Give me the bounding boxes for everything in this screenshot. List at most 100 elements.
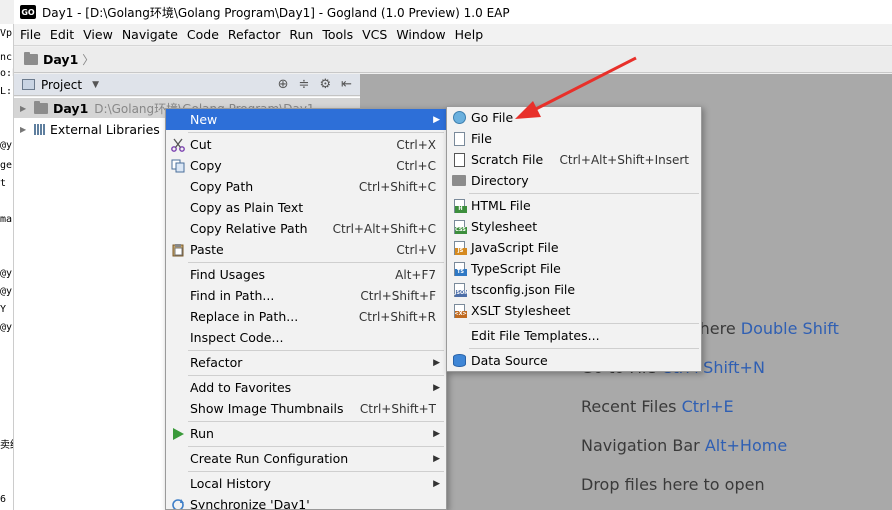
menu-item-create-run-configuration[interactable]: Create Run Configuration ▶	[166, 448, 446, 469]
sliver-text: @y	[0, 322, 13, 333]
new-submenu: Go File File Scratch File Ctrl+Alt+Shift+…	[446, 106, 702, 372]
project-panel-header: Project ▼ ⊕ ≑ ⚙ ⇤	[14, 74, 360, 96]
synchronize-icon	[170, 497, 186, 509]
submenu-item-scratch-file[interactable]: Scratch File Ctrl+Alt+Shift+Insert	[447, 149, 701, 170]
json-file-icon: JSON	[451, 282, 468, 297]
sliver-text: L:	[0, 86, 13, 97]
expand-arrow-icon[interactable]: ▶	[20, 104, 34, 113]
submenu-item-javascript-file[interactable]: JS JavaScript File	[447, 237, 701, 258]
sliver-text: ge	[0, 160, 13, 171]
collapse-all-icon[interactable]: ≑	[299, 77, 310, 92]
submenu-arrow-icon: ▶	[433, 357, 440, 368]
view-selector-dropdown-icon[interactable]: ▼	[92, 80, 99, 90]
submenu-item-xslt-stylesheet[interactable]: <X> XSLT Stylesheet	[447, 300, 701, 321]
menu-separator	[469, 193, 699, 194]
folder-icon	[451, 173, 467, 188]
menu-item-local-history[interactable]: Local History ▶	[166, 473, 446, 494]
menu-separator	[188, 262, 444, 263]
menu-tools[interactable]: Tools	[322, 27, 353, 42]
go-gopher-icon	[451, 110, 467, 125]
menu-item-copy[interactable]: Copy Ctrl+C	[166, 155, 446, 176]
menu-separator	[188, 132, 444, 133]
menu-item-copy-path[interactable]: Copy Path Ctrl+Shift+C	[166, 176, 446, 197]
hint-navigation-bar: Navigation Bar Alt+Home	[581, 436, 788, 455]
menu-view[interactable]: View	[83, 27, 113, 42]
menu-item-show-image-thumbnails[interactable]: Show Image Thumbnails Ctrl+Shift+T	[166, 398, 446, 419]
menu-separator	[469, 348, 699, 349]
menu-code[interactable]: Code	[187, 27, 219, 42]
sliver-text: t	[0, 178, 7, 189]
menu-run[interactable]: Run	[289, 27, 313, 42]
menu-item-inspect-code[interactable]: Inspect Code...	[166, 327, 446, 348]
copy-icon	[170, 158, 186, 173]
menu-item-copy-relative-path[interactable]: Copy Relative Path Ctrl+Alt+Shift+C	[166, 218, 446, 239]
libraries-icon	[34, 123, 45, 135]
menu-vcs[interactable]: VCS	[362, 27, 387, 42]
submenu-item-stylesheet[interactable]: CSS Stylesheet	[447, 216, 701, 237]
menu-item-new[interactable]: New ▶	[166, 109, 446, 130]
sliver-text: 6	[0, 494, 7, 505]
menu-item-find-usages[interactable]: Find Usages Alt+F7	[166, 264, 446, 285]
menu-separator	[188, 375, 444, 376]
context-menu: New ▶ Cut Ctrl+X Copy Ctrl+C Copy Path Ctrl+…	[165, 108, 447, 510]
menu-item-find-in-path[interactable]: Find in Path... Ctrl+Shift+F	[166, 285, 446, 306]
hint-recent-files: Recent Files Ctrl+E	[581, 397, 734, 416]
submenu-item-data-source[interactable]: Data Source	[447, 350, 701, 371]
menu-help[interactable]: Help	[455, 27, 484, 42]
tree-item-label: External Libraries	[50, 121, 160, 137]
submenu-item-tsconfig-json-file[interactable]: JSON tsconfig.json File	[447, 279, 701, 300]
menu-item-add-to-favorites[interactable]: Add to Favorites ▶	[166, 377, 446, 398]
menu-separator	[188, 471, 444, 472]
submenu-arrow-icon: ▶	[433, 453, 440, 464]
sliver-text: Y	[0, 304, 7, 315]
submenu-arrow-icon: ▶	[433, 382, 440, 393]
menu-item-copy-as-plain-text[interactable]: Copy as Plain Text	[166, 197, 446, 218]
menu-item-replace-in-path[interactable]: Replace in Path... Ctrl+Shift+R	[166, 306, 446, 327]
menu-item-run[interactable]: Run ▶	[166, 423, 446, 444]
project-panel-title[interactable]: Project	[41, 78, 82, 92]
breadcrumb-day1[interactable]: Day1	[43, 52, 78, 67]
submenu-item-file[interactable]: File	[447, 128, 701, 149]
menu-bar: File Edit View Navigate Code Refactor Ru…	[14, 24, 892, 46]
window-titlebar: GO Day1 - [D:\Golang环境\Golang Program\Da…	[14, 0, 892, 24]
submenu-item-html-file[interactable]: H HTML File	[447, 195, 701, 216]
scroll-from-source-icon[interactable]: ⊕	[278, 77, 289, 92]
menu-refactor[interactable]: Refactor	[228, 27, 280, 42]
breadcrumb-separator-icon: 〉	[82, 53, 95, 67]
submenu-item-edit-file-templates[interactable]: Edit File Templates...	[447, 325, 701, 346]
xslt-file-icon: <X>	[451, 303, 467, 318]
menu-navigate[interactable]: Navigate	[122, 27, 178, 42]
menu-separator	[188, 350, 444, 351]
folder-icon	[24, 52, 38, 65]
menu-item-refactor[interactable]: Refactor ▶	[166, 352, 446, 373]
menu-edit[interactable]: Edit	[50, 27, 74, 42]
scissors-icon	[170, 137, 186, 152]
sliver-text: o:h	[0, 68, 13, 79]
menu-window[interactable]: Window	[396, 27, 445, 42]
js-file-icon: JS	[451, 240, 467, 255]
settings-gear-icon[interactable]: ⚙	[319, 77, 331, 92]
css-file-icon: CSS	[451, 219, 467, 234]
menu-file[interactable]: File	[20, 27, 41, 42]
submenu-arrow-icon: ▶	[433, 114, 440, 125]
scratch-file-icon	[451, 152, 467, 167]
tree-item-label: Day1	[53, 100, 89, 116]
hint-drop-files: Drop files here to open	[581, 475, 765, 494]
submenu-item-typescript-file[interactable]: TS TypeScript File	[447, 258, 701, 279]
project-view-icon	[22, 79, 35, 90]
run-play-icon	[170, 426, 186, 441]
menu-separator	[188, 421, 444, 422]
menu-item-paste[interactable]: Paste Ctrl+V	[166, 239, 446, 260]
submenu-item-go-file[interactable]: Go File	[447, 107, 701, 128]
submenu-item-directory[interactable]: Directory	[447, 170, 701, 191]
expand-arrow-icon[interactable]: ▶	[20, 125, 34, 134]
submenu-arrow-icon: ▶	[433, 478, 440, 489]
window-title: Day1 - [D:\Golang环境\Golang Program\Day1]…	[42, 5, 510, 20]
menu-item-cut[interactable]: Cut Ctrl+X	[166, 134, 446, 155]
menu-item-synchronize[interactable]: Synchronize 'Day1'	[166, 494, 446, 509]
hide-panel-icon[interactable]: ⇤	[341, 77, 352, 92]
sliver-text: @y	[0, 140, 13, 151]
database-icon	[451, 353, 467, 368]
paste-icon	[170, 242, 186, 257]
menu-separator	[188, 446, 444, 447]
